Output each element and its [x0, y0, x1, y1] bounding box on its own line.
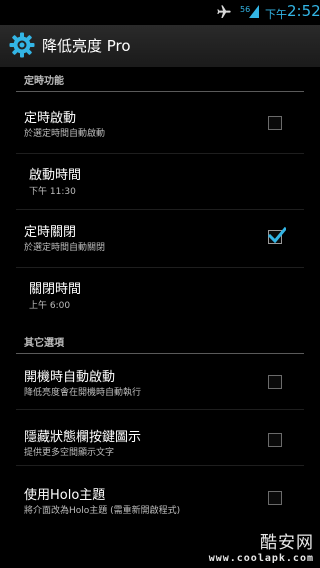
- section-divider: [16, 91, 304, 92]
- screen: 56 下午 2:52 降低亮度 Pro 定時功能 定時啟動 於選定時間自動啟動 …: [0, 0, 320, 568]
- pref-summary: 將介面改為Holo主題 (需重新開啟程式): [24, 506, 181, 516]
- airplane-icon: [217, 5, 231, 18]
- status-clock: 2:52: [287, 2, 320, 20]
- status-ampm: 下午: [265, 8, 287, 21]
- pref-timed-stop[interactable]: 定時關閉 於選定時間自動關閉: [0, 210, 320, 268]
- pref-summary: 於選定時間自動啟動: [24, 129, 106, 139]
- action-bar: 降低亮度 Pro: [0, 25, 320, 67]
- timed-stop-checkbox[interactable]: [268, 226, 286, 244]
- pref-title: 使用Holo主題: [24, 488, 106, 503]
- hide-status-icon-checkbox[interactable]: [268, 433, 282, 447]
- signal-icon: [249, 5, 259, 18]
- pref-title: 啟動時間: [29, 168, 82, 183]
- app-title: 降低亮度 Pro: [42, 37, 131, 55]
- pref-title: 隱藏狀態欄按鍵圖示: [24, 430, 142, 445]
- section-divider: [16, 353, 304, 354]
- watermark-url: www.coolapk.com: [208, 553, 314, 564]
- pref-title: 定時關閉: [24, 225, 77, 240]
- pref-summary: 於選定時間自動關閉: [24, 243, 106, 253]
- gear-icon[interactable]: [9, 32, 35, 58]
- pref-start-time[interactable]: 啟動時間 下午 11:30: [0, 154, 320, 210]
- holo-theme-checkbox[interactable]: [268, 491, 282, 505]
- pref-summary: 提供更多空間顯示文字: [24, 448, 115, 458]
- pref-start-on-boot[interactable]: 開機時自動啟動 降低亮度會在開機時自動執行: [0, 356, 320, 410]
- checkmark-icon: [268, 226, 286, 244]
- pref-summary: 上午 6:00: [29, 301, 71, 311]
- pref-hide-status-icon[interactable]: 隱藏狀態欄按鍵圖示 提供更多空間顯示文字: [0, 410, 320, 466]
- pref-title: 關閉時間: [29, 282, 82, 297]
- pref-holo-theme[interactable]: 使用Holo主題 將介面改為Holo主題 (需重新開啟程式): [0, 466, 320, 524]
- watermark-name: 酷安网: [260, 533, 314, 553]
- start-on-boot-checkbox[interactable]: [268, 375, 282, 389]
- status-bar: 56 下午 2:52: [0, 0, 320, 25]
- pref-timed-start[interactable]: 定時啟動 於選定時間自動啟動: [0, 96, 320, 154]
- pref-stop-time[interactable]: 關閉時間 上午 6:00: [0, 268, 320, 324]
- section-header-other: 其它選項: [0, 330, 320, 354]
- pref-title: 定時啟動: [24, 111, 77, 126]
- pref-title: 開機時自動啟動: [24, 370, 116, 385]
- pref-summary: 降低亮度會在開機時自動執行: [24, 388, 142, 398]
- timed-start-checkbox[interactable]: [268, 116, 282, 130]
- section-header-timer: 定時功能: [0, 68, 320, 92]
- section-header-label: 其它選項: [24, 338, 64, 349]
- watermark: 酷安网 www.coolapk.com: [209, 528, 314, 564]
- section-header-label: 定時功能: [24, 76, 64, 87]
- pref-summary: 下午 11:30: [29, 187, 76, 197]
